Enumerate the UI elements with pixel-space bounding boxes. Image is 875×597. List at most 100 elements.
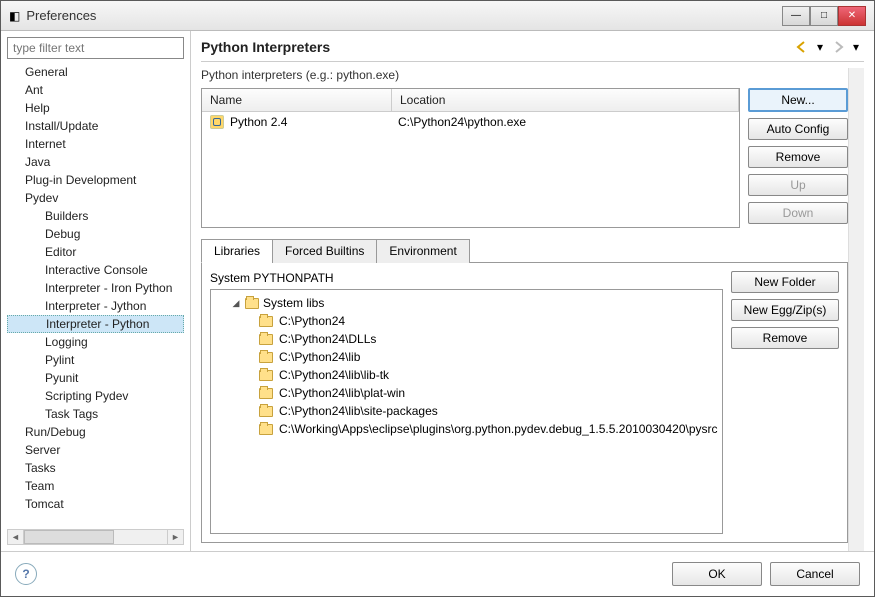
lib-remove-button[interactable]: Remove: [731, 327, 839, 349]
tree-item[interactable]: Team: [7, 477, 184, 495]
tree-item[interactable]: Install/Update: [7, 117, 184, 135]
path-label: C:\Python24\lib\plat-win: [279, 386, 405, 400]
main-panel: Python Interpreters ▾ ▾ Python interpret…: [191, 31, 874, 551]
folder-icon: [259, 406, 273, 417]
folder-icon: [259, 424, 273, 435]
tree-item[interactable]: Interpreter - Iron Python: [7, 279, 184, 297]
tree-item[interactable]: Tomcat: [7, 495, 184, 513]
folder-icon: [259, 370, 273, 381]
forward-menu-icon[interactable]: ▾: [848, 39, 864, 55]
tree-item[interactable]: Interpreter - Python: [7, 315, 184, 333]
pythonpath-item[interactable]: C:\Python24\lib\plat-win: [215, 384, 718, 402]
table-row[interactable]: Python 2.4 C:\Python24\python.exe: [202, 112, 739, 132]
remove-button[interactable]: Remove: [748, 146, 848, 168]
preferences-tree[interactable]: GeneralAntHelpInstall/UpdateInternetJava…: [7, 63, 184, 525]
filter-input[interactable]: [7, 37, 184, 59]
folder-icon: [259, 388, 273, 399]
folder-icon: [259, 334, 273, 345]
tree-item[interactable]: Java: [7, 153, 184, 171]
tree-item[interactable]: Internet: [7, 135, 184, 153]
scroll-left-arrow[interactable]: ◄: [8, 530, 24, 544]
cancel-button[interactable]: Cancel: [770, 562, 860, 586]
main-vertical-scrollbar[interactable]: [848, 68, 864, 551]
folder-icon: [259, 352, 273, 363]
tree-item[interactable]: Interactive Console: [7, 261, 184, 279]
path-label: C:\Working\Apps\eclipse\plugins\org.pyth…: [279, 422, 718, 436]
close-button[interactable]: ✕: [838, 6, 866, 26]
window-controls: — □ ✕: [782, 6, 866, 26]
system-libs-label: System libs: [263, 296, 324, 310]
tree-item[interactable]: Builders: [7, 207, 184, 225]
interpreter-name: Python 2.4: [230, 115, 287, 129]
path-label: C:\Python24: [279, 314, 345, 328]
pythonpath-heading: System PYTHONPATH: [210, 271, 723, 285]
libraries-section: System PYTHONPATH ◢ System libs C:\Pytho…: [201, 263, 848, 543]
up-button[interactable]: Up: [748, 174, 848, 196]
tab-forced-builtins[interactable]: Forced Builtins: [272, 239, 377, 263]
body: GeneralAntHelpInstall/UpdateInternetJava…: [1, 31, 874, 551]
tab-environment[interactable]: Environment: [376, 239, 469, 263]
column-location[interactable]: Location: [392, 89, 739, 111]
system-libs-root[interactable]: ◢ System libs: [215, 294, 718, 312]
collapse-icon[interactable]: ◢: [231, 298, 241, 308]
page-subtitle: Python interpreters (e.g.: python.exe): [201, 68, 848, 82]
tree-item[interactable]: Help: [7, 99, 184, 117]
pythonpath-tree[interactable]: ◢ System libs C:\Python24 C:\Python24\DLL…: [210, 289, 723, 534]
tree-item[interactable]: Ant: [7, 81, 184, 99]
back-icon[interactable]: [794, 39, 810, 55]
minimize-button[interactable]: —: [782, 6, 810, 26]
pythonpath-item[interactable]: C:\Python24\DLLs: [215, 330, 718, 348]
pythonpath-item[interactable]: C:\Python24\lib: [215, 348, 718, 366]
tree-item[interactable]: Pylint: [7, 351, 184, 369]
forward-icon[interactable]: [830, 39, 846, 55]
new-folder-button[interactable]: New Folder: [731, 271, 839, 293]
tree-item[interactable]: Run/Debug: [7, 423, 184, 441]
tree-item[interactable]: Tasks: [7, 459, 184, 477]
ok-button[interactable]: OK: [672, 562, 762, 586]
tree-item[interactable]: Editor: [7, 243, 184, 261]
pythonpath-item[interactable]: C:\Python24\lib\lib-tk: [215, 366, 718, 384]
tree-item[interactable]: Interpreter - Jython: [7, 297, 184, 315]
nav-history: ▾ ▾: [794, 39, 864, 55]
pythonpath-item[interactable]: C:\Working\Apps\eclipse\plugins\org.pyth…: [215, 420, 718, 438]
column-name[interactable]: Name: [202, 89, 392, 111]
titlebar: ◧ Preferences — □ ✕: [1, 1, 874, 31]
window-icon: ◧: [9, 9, 20, 23]
preferences-window: ◧ Preferences — □ ✕ GeneralAntHelpInstal…: [0, 0, 875, 597]
path-label: C:\Python24\lib: [279, 350, 360, 364]
tree-item[interactable]: Logging: [7, 333, 184, 351]
tab-libraries[interactable]: Libraries: [201, 239, 273, 263]
interpreters-table[interactable]: Name Location Python 2.4 C:\Python24\pyth…: [201, 88, 740, 228]
window-title: Preferences: [26, 8, 96, 23]
page-title: Python Interpreters: [201, 39, 330, 55]
down-button[interactable]: Down: [748, 202, 848, 224]
tree-item[interactable]: General: [7, 63, 184, 81]
tree-item[interactable]: Plug-in Development: [7, 171, 184, 189]
help-icon[interactable]: ?: [15, 563, 37, 585]
back-menu-icon[interactable]: ▾: [812, 39, 828, 55]
path-label: C:\Python24\lib\lib-tk: [279, 368, 389, 382]
tree-item[interactable]: Task Tags: [7, 405, 184, 423]
new-egg-button[interactable]: New Egg/Zip(s): [731, 299, 839, 321]
tree-item[interactable]: Pydev: [7, 189, 184, 207]
pythonpath-item[interactable]: C:\Python24: [215, 312, 718, 330]
path-label: C:\Python24\lib\site-packages: [279, 404, 438, 418]
tree-horizontal-scrollbar[interactable]: ◄ ►: [7, 529, 184, 545]
tree-item[interactable]: Pyunit: [7, 369, 184, 387]
tree-item[interactable]: Scripting Pydev: [7, 387, 184, 405]
sidebar: GeneralAntHelpInstall/UpdateInternetJava…: [1, 31, 191, 551]
scroll-thumb[interactable]: [24, 530, 114, 544]
maximize-button[interactable]: □: [810, 6, 838, 26]
tree-item[interactable]: Server: [7, 441, 184, 459]
python-icon: [210, 115, 224, 129]
new-button[interactable]: New...: [748, 88, 848, 112]
tree-item[interactable]: Debug: [7, 225, 184, 243]
auto-config-button[interactable]: Auto Config: [748, 118, 848, 140]
pythonpath-item[interactable]: C:\Python24\lib\site-packages: [215, 402, 718, 420]
folder-icon: [245, 298, 259, 309]
scroll-right-arrow[interactable]: ►: [167, 530, 183, 544]
tabs: Libraries Forced Builtins Environment: [201, 238, 848, 263]
folder-icon: [259, 316, 273, 327]
path-label: C:\Python24\DLLs: [279, 332, 376, 346]
interpreter-location: C:\Python24\python.exe: [398, 115, 731, 129]
